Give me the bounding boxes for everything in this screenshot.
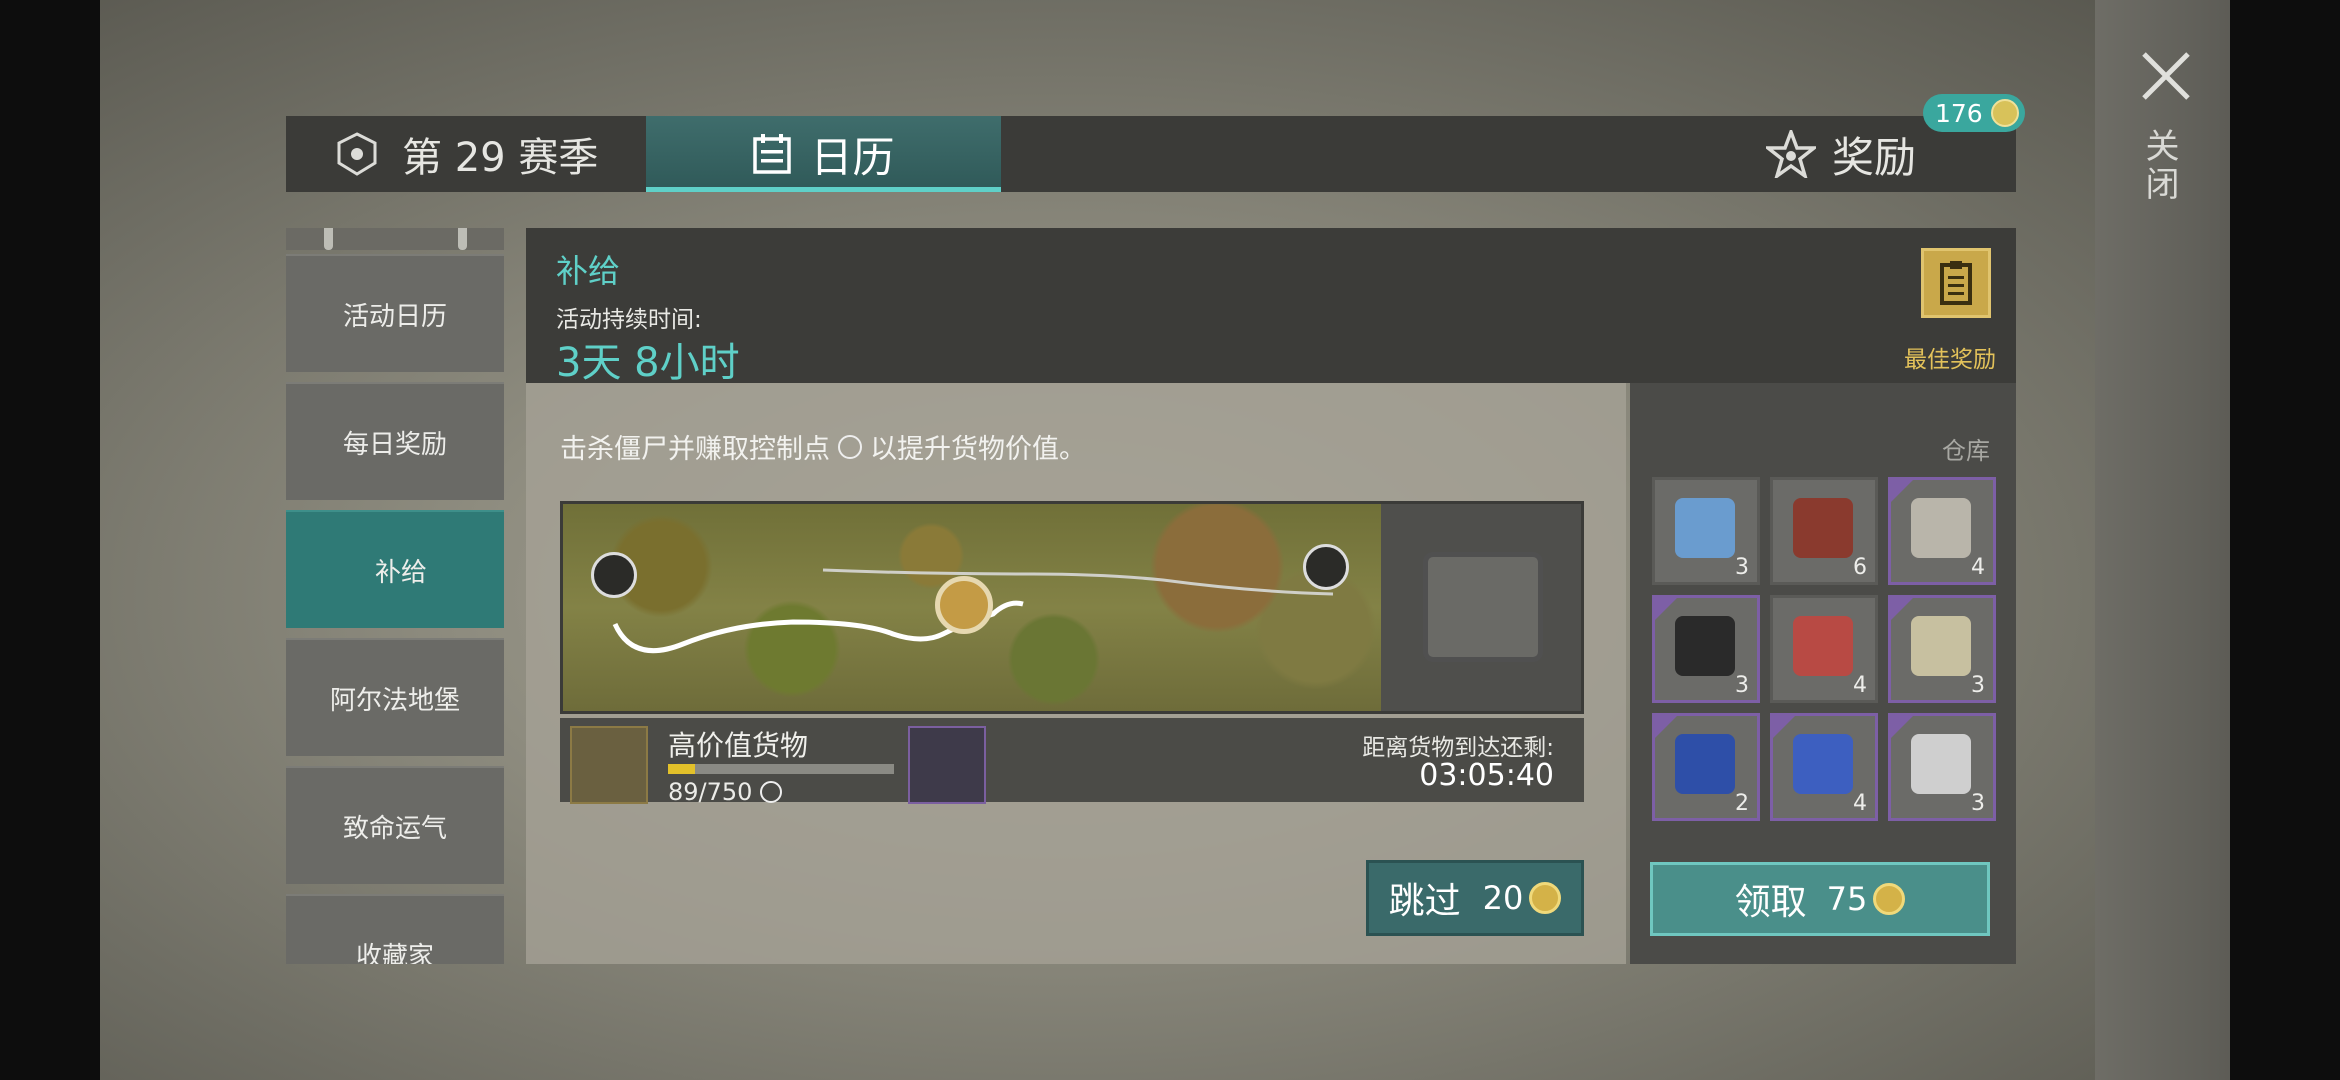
best-reward-clipboard-icon[interactable] <box>1921 248 1991 318</box>
cargo-status-bar: 高价值货物 89/750 距离货物到达还剩: 03:05:40 <box>560 718 1584 806</box>
top-tab-bar: 第 29 赛季 日历 奖励 <box>286 116 2016 192</box>
destination-wine-pin-icon <box>1303 544 1349 590</box>
cargo-progress-fill <box>668 764 695 774</box>
slot-quantity: 4 <box>1971 555 1985 580</box>
cargo-progress-bar <box>668 764 894 774</box>
warehouse-slot[interactable]: 6 <box>1770 477 1878 585</box>
event-description: 击杀僵尸并赚取控制点 以提升货物价值。 <box>560 427 1086 466</box>
dog-food-bag-icon <box>1793 734 1853 794</box>
control-point-icon <box>760 781 783 803</box>
sidebar: 活动日历 每日奖励 补给 阿尔法地堡 致命运气 收藏家 <box>286 228 504 964</box>
close-icon[interactable] <box>2140 50 2192 102</box>
warehouse-slot[interactable]: 4 <box>1770 713 1878 821</box>
sidebar-item-event-calendar[interactable]: 活动日历 <box>286 254 504 372</box>
coal-pile-icon <box>1675 616 1735 676</box>
start-flag-pin-icon <box>591 552 637 598</box>
season-shield-icon <box>337 132 377 176</box>
scrap-metal-icon <box>1911 734 1971 794</box>
skip-button-cost: 20 <box>1482 879 1524 917</box>
supply-crate-icon <box>1423 552 1543 662</box>
star-icon <box>1765 130 1816 178</box>
water-bottle-icon <box>1675 498 1735 558</box>
close-label[interactable]: 关闭 <box>2139 128 2184 204</box>
claim-button[interactable]: 领取 75 <box>1650 862 1990 936</box>
calendar-icon <box>753 134 792 174</box>
sidebar-item-supply[interactable]: 补给 <box>286 510 504 628</box>
warehouse-slot[interactable]: 3 <box>1888 595 1996 703</box>
warehouse-label: 仓库 <box>1942 437 1990 465</box>
steak-icon <box>1793 616 1853 676</box>
peg-right <box>458 228 467 250</box>
peg-left <box>324 228 333 250</box>
claim-button-label: 领取 <box>1734 882 1807 923</box>
event-duration-value: 3天 8小时 <box>556 340 740 386</box>
claim-button-cost: 75 <box>1826 880 1868 918</box>
bacon-icon <box>1793 498 1853 558</box>
warehouse-slot[interactable]: 3 <box>1888 713 1996 821</box>
warehouse-slot[interactable]: 3 <box>1652 477 1760 585</box>
star-coin-icon <box>1991 99 2019 127</box>
warehouse-slot[interactable]: 3 <box>1652 595 1760 703</box>
skip-button[interactable]: 跳过 20 <box>1366 860 1584 936</box>
description-text-after: 以提升货物价值。 <box>870 434 1086 465</box>
event-header: 补给 活动持续时间: 3天 8小时 最佳奖励 <box>526 228 2016 386</box>
warehouse-panel: 仓库 3 6 4 3 4 3 2 4 3 领取 75 <box>1630 383 2016 964</box>
sidebar-cap <box>286 228 504 250</box>
sidebar-item-alpha-bunker[interactable]: 阿尔法地堡 <box>286 638 504 756</box>
reward-points-value: 176 <box>1935 98 1983 128</box>
warehouse-slot[interactable]: 2 <box>1652 713 1760 821</box>
tab-calendar-label: 日历 <box>810 132 895 182</box>
sidebar-item-daily-rewards[interactable]: 每日奖励 <box>286 382 504 500</box>
explosive-bar-icon <box>1911 616 1971 676</box>
keycard-item-icon[interactable] <box>908 726 986 804</box>
eta-value: 03:05:40 <box>1419 758 1554 793</box>
control-point-icon <box>838 434 862 459</box>
slot-quantity: 2 <box>1735 791 1749 816</box>
skip-button-label: 跳过 <box>1388 881 1461 922</box>
tab-calendar[interactable]: 日历 <box>646 116 1001 192</box>
slot-quantity: 6 <box>1853 555 1867 580</box>
best-reward-label[interactable]: 最佳奖励 <box>1904 340 1996 374</box>
cargo-marker-icon <box>935 576 993 634</box>
cargo-progress-text: 89/750 <box>668 778 753 806</box>
gold-coin-icon <box>1873 883 1906 915</box>
sidebar-item-collector[interactable]: 收藏家 <box>286 894 504 964</box>
gold-coin-icon <box>1529 882 1562 914</box>
slot-quantity: 3 <box>1971 673 1985 698</box>
tab-season[interactable]: 第 29 赛季 <box>286 116 646 192</box>
event-title: 补给 <box>556 252 621 290</box>
warehouse-slot[interactable]: 4 <box>1888 477 1996 585</box>
cargo-name: 高价值货物 <box>668 729 809 762</box>
route-map <box>560 501 1584 714</box>
slot-quantity: 3 <box>1735 673 1749 698</box>
slot-quantity: 3 <box>1971 791 1985 816</box>
backpack-icon <box>570 726 648 804</box>
warehouse-slot[interactable]: 4 <box>1770 595 1878 703</box>
tab-reward-label: 奖励 <box>1831 132 1916 182</box>
event-duration-label: 活动持续时间: <box>556 307 702 333</box>
description-text-before: 击杀僵尸并赚取控制点 <box>560 434 830 465</box>
supply-main-panel: 击杀僵尸并赚取控制点 以提升货物价值。 高价值货物 89/750 距离货物到达还… <box>526 383 1626 964</box>
slot-quantity: 3 <box>1735 555 1749 580</box>
destination-crate-area <box>1381 504 1581 711</box>
eta-label: 距离货物到达还剩: <box>1362 735 1554 761</box>
circuit-board-icon <box>1675 734 1735 794</box>
reward-points-badge: 176 <box>1923 94 2025 132</box>
cargo-progress: 89/750 <box>668 778 783 806</box>
tab-season-label: 第 29 赛季 <box>402 135 599 181</box>
tab-reward[interactable]: 奖励 <box>1765 116 1916 192</box>
skull-gear-icon <box>1911 498 1971 558</box>
sidebar-item-deadly-luck[interactable]: 致命运气 <box>286 766 504 884</box>
slot-quantity: 4 <box>1853 673 1867 698</box>
slot-quantity: 4 <box>1853 791 1867 816</box>
